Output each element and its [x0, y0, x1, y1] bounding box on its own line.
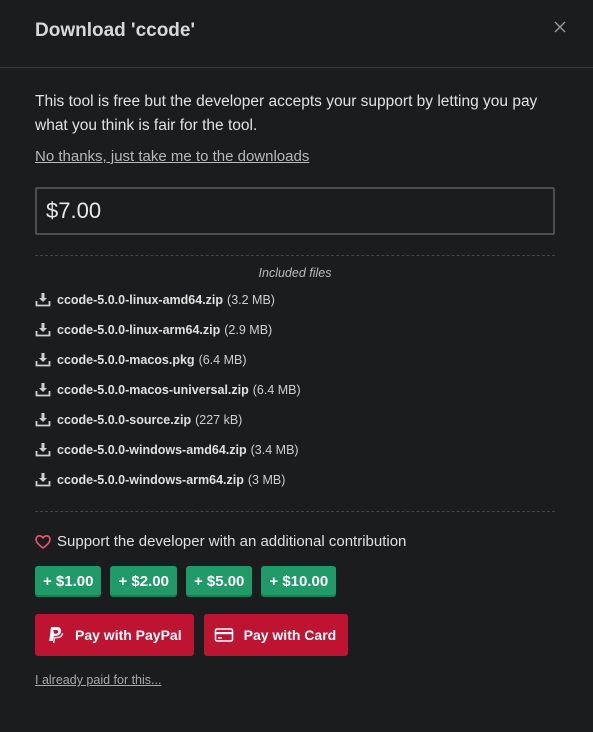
file-name[interactable]: ccode-5.0.0-windows-amd64.zip [57, 443, 247, 457]
file-size: (2.9 MB) [224, 323, 273, 337]
credit-card-icon [214, 628, 233, 642]
price-input[interactable] [35, 187, 555, 235]
close-icon[interactable] [552, 19, 568, 35]
dialog-body: This tool is free but the developer acce… [35, 90, 555, 689]
file-row[interactable]: ccode-5.0.0-source.zip (227 kB) [35, 413, 555, 443]
download-icon [35, 443, 51, 457]
paypal-icon [49, 627, 64, 644]
add-1-button[interactable]: + $1.00 [35, 566, 102, 597]
support-text: Support the developer with an additional… [57, 533, 407, 550]
file-row[interactable]: ccode-5.0.0-windows-amd64.zip (3.4 MB) [35, 443, 555, 473]
included-files-heading: Included files [258, 266, 332, 280]
file-name[interactable]: ccode-5.0.0-linux-arm64.zip [57, 323, 220, 337]
file-name[interactable]: ccode-5.0.0-source.zip [57, 413, 191, 427]
add-2-button[interactable]: + $2.00 [110, 566, 177, 597]
file-row[interactable]: ccode-5.0.0-linux-arm64.zip (2.9 MB) [35, 323, 555, 353]
add-10-button[interactable]: + $10.00 [261, 566, 337, 597]
file-name[interactable]: ccode-5.0.0-windows-arm64.zip [57, 473, 244, 487]
pay-with-card-button[interactable]: Pay with Card [203, 614, 349, 656]
file-size: (227 kB) [195, 413, 243, 427]
download-icon [35, 353, 51, 367]
download-icon [35, 473, 51, 487]
file-size: (6.4 MB) [198, 353, 247, 367]
included-files-section: Included files ccode-5.0.0-linux-amd64.z… [35, 255, 555, 512]
file-name[interactable]: ccode-5.0.0-linux-amd64.zip [57, 293, 223, 307]
download-icon [35, 323, 51, 337]
heart-icon [35, 534, 51, 549]
file-name[interactable]: ccode-5.0.0-macos-universal.zip [57, 383, 249, 397]
support-row: Support the developer with an additional… [35, 533, 555, 550]
download-icon [35, 383, 51, 397]
file-row[interactable]: ccode-5.0.0-linux-amd64.zip (3.2 MB) [35, 293, 555, 323]
file-size: (3 MB) [247, 473, 286, 487]
file-row[interactable]: ccode-5.0.0-macos.pkg (6.4 MB) [35, 353, 555, 383]
contribution-amounts: + $1.00 + $2.00 + $5.00 + $10.00 [35, 566, 555, 597]
dialog-title: Download 'ccode' [35, 20, 195, 41]
add-5-button[interactable]: + $5.00 [185, 566, 253, 597]
no-thanks-link[interactable]: No thanks, just take me to the downloads [35, 148, 309, 165]
download-icon [35, 293, 51, 307]
payment-buttons: Pay with PayPal Pay with Card [35, 614, 555, 656]
file-list: ccode-5.0.0-linux-amd64.zip (3.2 MB) ccode… [35, 293, 555, 503]
file-size: (3.2 MB) [227, 293, 275, 307]
file-size: (3.4 MB) [250, 443, 299, 457]
dialog-header: Download 'ccode' [0, 0, 593, 68]
file-size: (6.4 MB) [252, 383, 301, 397]
pay-with-paypal-button[interactable]: Pay with PayPal [35, 614, 194, 656]
file-name[interactable]: ccode-5.0.0-macos.pkg [57, 353, 195, 367]
intro-text: This tool is free but the developer acce… [35, 93, 538, 134]
already-paid-link[interactable]: I already paid for this... [35, 673, 161, 687]
paypal-label: Pay with PayPal [75, 627, 182, 643]
file-row[interactable]: ccode-5.0.0-macos-universal.zip (6.4 MB) [35, 383, 555, 413]
download-icon [35, 413, 51, 427]
card-label: Pay with Card [243, 627, 337, 643]
file-row[interactable]: ccode-5.0.0-windows-arm64.zip (3 MB) [35, 473, 555, 503]
